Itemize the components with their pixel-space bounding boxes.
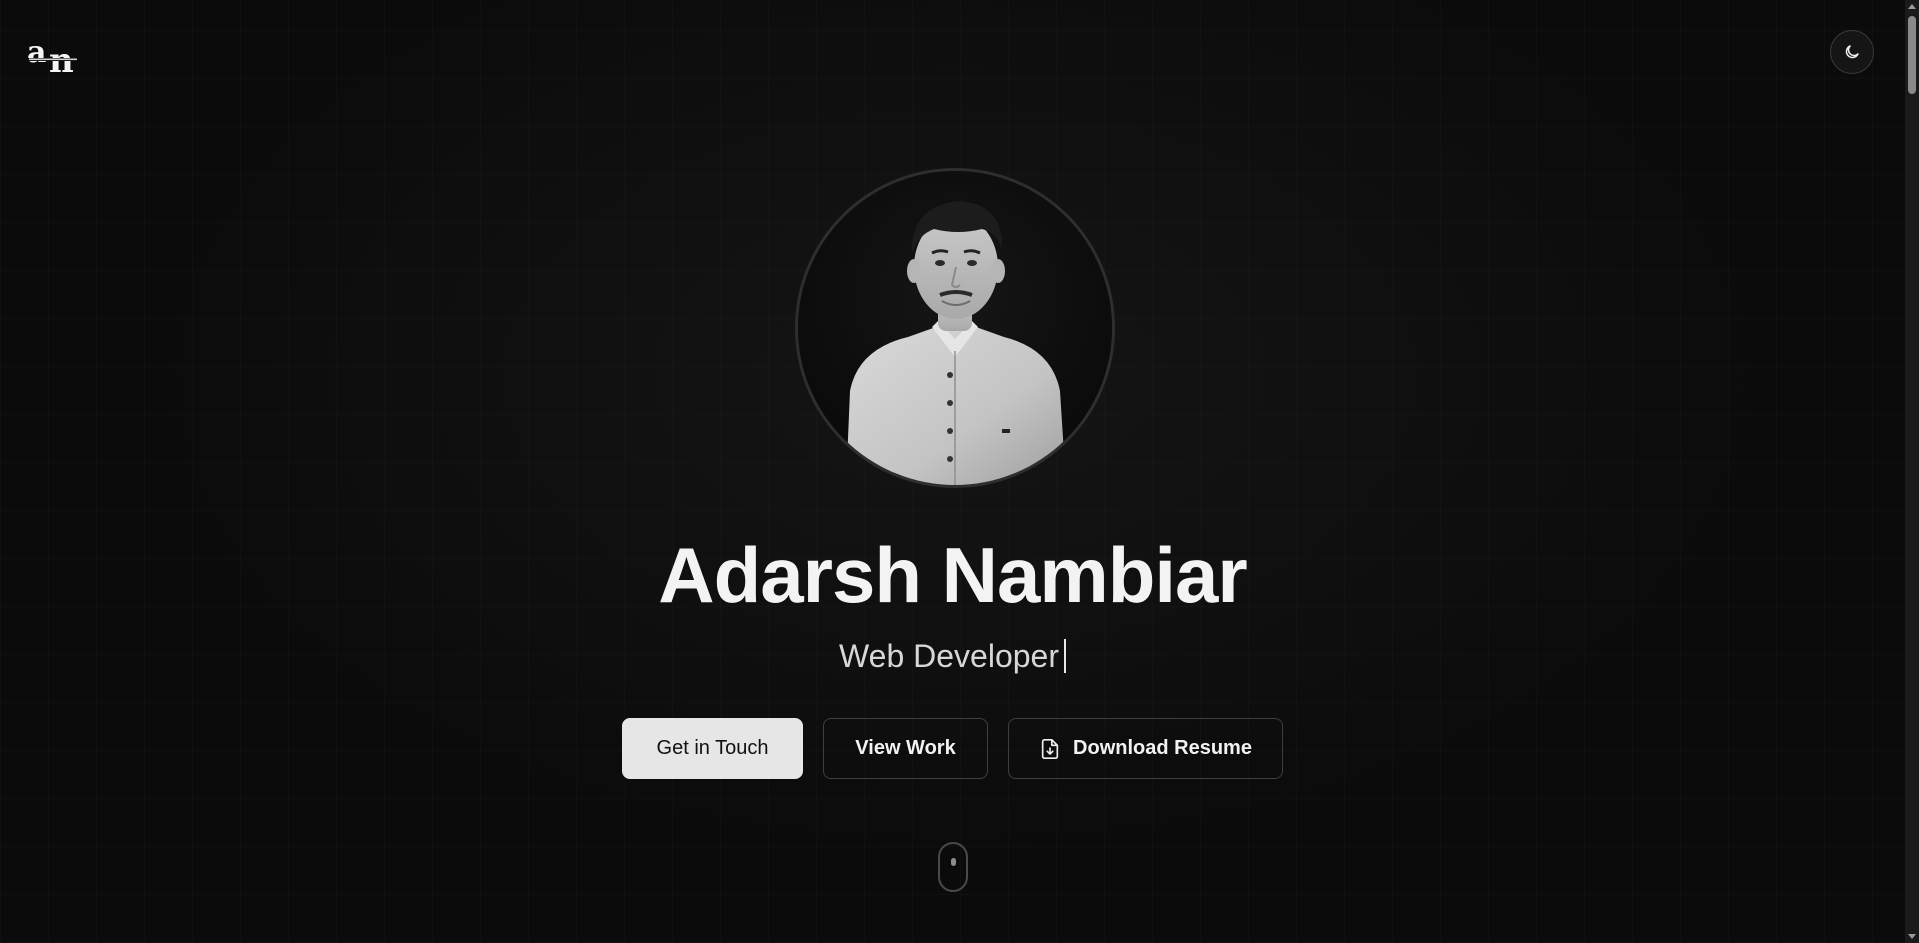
logo-mark-icon: a n [27,35,79,81]
mouse-scroll-icon[interactable] [938,842,968,892]
download-resume-button[interactable]: Download Resume [1008,718,1283,779]
download-resume-label: Download Resume [1073,737,1252,759]
get-in-touch-label: Get in Touch [656,737,769,759]
role-text: Web Developer [839,638,1059,674]
hero-role: Web Developer [0,636,1905,676]
page-scrollbar[interactable] [1905,0,1919,943]
view-work-label: View Work [855,737,956,759]
moon-icon [1845,45,1859,59]
file-download-icon [1041,738,1059,759]
profile-avatar [795,168,1115,488]
view-work-button[interactable]: View Work [823,718,988,779]
typing-caret [1063,639,1066,673]
get-in-touch-button[interactable]: Get in Touch [622,718,803,779]
site-logo[interactable]: a n [27,35,81,81]
scroll-down-arrow-icon[interactable] [1908,934,1916,939]
scrollbar-thumb[interactable] [1908,16,1916,94]
scroll-up-arrow-icon[interactable] [1908,4,1916,9]
hero-name: Adarsh Nambiar [658,531,1248,619]
mouse-wheel [951,858,956,866]
svg-text:a: a [27,36,46,70]
hero-page: a n Adarsh Nambiar Web Developer Get in … [0,0,1919,943]
portrait-image [798,171,1112,485]
theme-toggle-button[interactable] [1830,30,1874,74]
